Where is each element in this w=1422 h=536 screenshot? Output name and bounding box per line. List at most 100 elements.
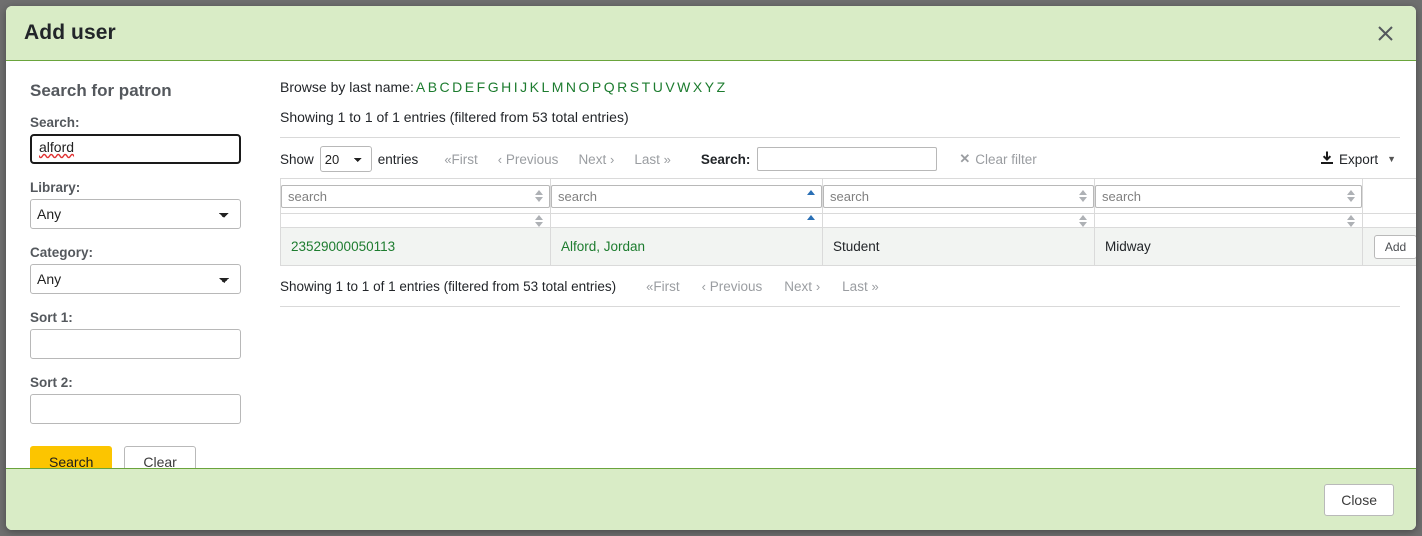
browse-letter-N[interactable]: N	[566, 79, 576, 95]
table-search-control: Search:	[701, 147, 938, 171]
browse-letter-Q[interactable]: Q	[604, 79, 615, 95]
page-last-bottom-label: Last	[842, 279, 868, 294]
header-cell-actions	[1363, 214, 1417, 228]
pagination-top: «First ‹ Previous Next › Last »	[444, 152, 671, 167]
page-previous-top-label: Previous	[506, 152, 559, 167]
page-previous-top[interactable]: ‹ Previous	[498, 152, 559, 167]
browse-letter-C[interactable]: C	[440, 79, 450, 95]
previous-icon-bottom: ‹	[702, 279, 706, 294]
modal-body: Search for patron Search: alford Library…	[6, 61, 1416, 468]
sort2-label: Sort 2:	[30, 375, 248, 390]
browse-letter-V[interactable]: V	[665, 79, 674, 95]
cell-name: Alford, Jordan	[551, 228, 823, 266]
cell-actions: Add	[1363, 228, 1417, 266]
header-cell-name[interactable]	[551, 214, 823, 228]
page-length-control: Show 20 entries	[280, 146, 418, 172]
search-button[interactable]: Search	[30, 446, 112, 468]
filter-cell-actions	[1363, 179, 1417, 214]
sort-indicator-cardnumber[interactable]	[535, 189, 544, 203]
results-info-bottom: Showing 1 to 1 of 1 entries (filtered fr…	[280, 279, 616, 294]
browse-letter-G[interactable]: G	[488, 79, 499, 95]
header-sort-library[interactable]	[1347, 214, 1356, 228]
page-previous-bottom-label: Previous	[710, 279, 763, 294]
add-user-modal: Add user Search for patron Search: alfor…	[6, 6, 1416, 530]
browse-letter-Y[interactable]: Y	[705, 79, 714, 95]
cell-cardnumber: 23529000050113	[281, 228, 551, 266]
header-cell-category[interactable]	[823, 214, 1095, 228]
filter-input-cardnumber[interactable]	[281, 185, 550, 208]
browse-letter-E[interactable]: E	[465, 79, 474, 95]
filter-input-name[interactable]	[551, 185, 822, 208]
browse-letter-H[interactable]: H	[501, 79, 511, 95]
table-row: 23529000050113 Alford, Jordan Student Mi…	[281, 228, 1417, 266]
sort1-input[interactable]	[30, 329, 241, 359]
page-first-bottom[interactable]: «First	[646, 279, 679, 294]
sort-indicator-name[interactable]	[807, 189, 816, 203]
browse-letter-list: ABCDEFGHIJKLMNOPQRSTUVWXYZ	[416, 79, 728, 95]
patron-results-table: 23529000050113 Alford, Jordan Student Mi…	[280, 178, 1416, 266]
page-last-top[interactable]: Last »	[634, 152, 671, 167]
page-last-bottom[interactable]: Last »	[842, 279, 879, 294]
download-icon	[1320, 151, 1334, 168]
first-icon: «	[444, 152, 451, 167]
clear-button[interactable]: Clear	[124, 446, 195, 468]
export-button[interactable]: Export ▼	[1320, 151, 1400, 168]
page-length-select[interactable]: 20	[320, 146, 372, 172]
search-input[interactable]: alford	[30, 134, 241, 164]
sort-indicator-library[interactable]	[1347, 189, 1356, 203]
page-next-top[interactable]: Next ›	[578, 152, 614, 167]
filter-cell-category	[823, 179, 1095, 214]
browse-letter-P[interactable]: P	[592, 79, 601, 95]
browse-letter-Z[interactable]: Z	[717, 79, 726, 95]
cell-category: Student	[823, 228, 1095, 266]
filter-input-category[interactable]	[823, 185, 1094, 208]
header-sort-name[interactable]	[807, 214, 816, 228]
search-input-value: alford	[39, 139, 74, 155]
browse-letter-S[interactable]: S	[630, 79, 639, 95]
page-previous-bottom[interactable]: ‹ Previous	[702, 279, 763, 294]
browse-letter-I[interactable]: I	[514, 79, 518, 95]
patron-name-link[interactable]: Alford, Jordan	[561, 239, 645, 254]
cardnumber-link[interactable]: 23529000050113	[291, 239, 395, 254]
table-search-label: Search:	[701, 152, 751, 167]
datatable: Show 20 entries «First ‹ Previous Next ›…	[280, 137, 1400, 307]
browse-letter-M[interactable]: M	[552, 79, 564, 95]
sort-indicator-category[interactable]	[1079, 189, 1088, 203]
last-icon-bottom: »	[871, 279, 878, 294]
category-select[interactable]: Any	[30, 264, 241, 294]
show-label: Show	[280, 152, 314, 167]
browse-letter-W[interactable]: W	[677, 79, 690, 95]
browse-letter-J[interactable]: J	[520, 79, 527, 95]
header-cell-library[interactable]	[1095, 214, 1363, 228]
filter-cell-library	[1095, 179, 1363, 214]
bottom-divider	[280, 306, 1400, 307]
browse-letter-D[interactable]: D	[452, 79, 462, 95]
page-title: Add user	[24, 21, 116, 45]
browse-letter-L[interactable]: L	[541, 79, 549, 95]
browse-letter-F[interactable]: F	[477, 79, 486, 95]
close-icon[interactable]	[1370, 18, 1400, 48]
header-sort-category[interactable]	[1079, 214, 1088, 228]
browse-letter-X[interactable]: X	[693, 79, 702, 95]
browse-letter-R[interactable]: R	[617, 79, 627, 95]
table-header-row	[281, 214, 1417, 228]
browse-letter-B[interactable]: B	[428, 79, 437, 95]
close-button[interactable]: Close	[1324, 484, 1394, 516]
clear-filter-button[interactable]: ✕ Clear filter	[959, 151, 1036, 167]
browse-letter-K[interactable]: K	[530, 79, 539, 95]
table-search-input[interactable]	[757, 147, 937, 171]
browse-letter-T[interactable]: T	[642, 79, 651, 95]
browse-letter-O[interactable]: O	[579, 79, 590, 95]
browse-letter-U[interactable]: U	[653, 79, 663, 95]
page-next-bottom[interactable]: Next ›	[784, 279, 820, 294]
sort2-input[interactable]	[30, 394, 241, 424]
header-sort-cardnumber[interactable]	[535, 214, 544, 228]
category-label: Category:	[30, 245, 248, 260]
results-info-top: Showing 1 to 1 of 1 entries (filtered fr…	[280, 109, 1400, 125]
browse-letter-A[interactable]: A	[416, 79, 425, 95]
add-patron-button[interactable]: Add	[1374, 235, 1416, 259]
header-cell-cardnumber[interactable]	[281, 214, 551, 228]
filter-input-library[interactable]	[1095, 185, 1362, 208]
page-first-top[interactable]: «First	[444, 152, 477, 167]
library-select[interactable]: Any	[30, 199, 241, 229]
